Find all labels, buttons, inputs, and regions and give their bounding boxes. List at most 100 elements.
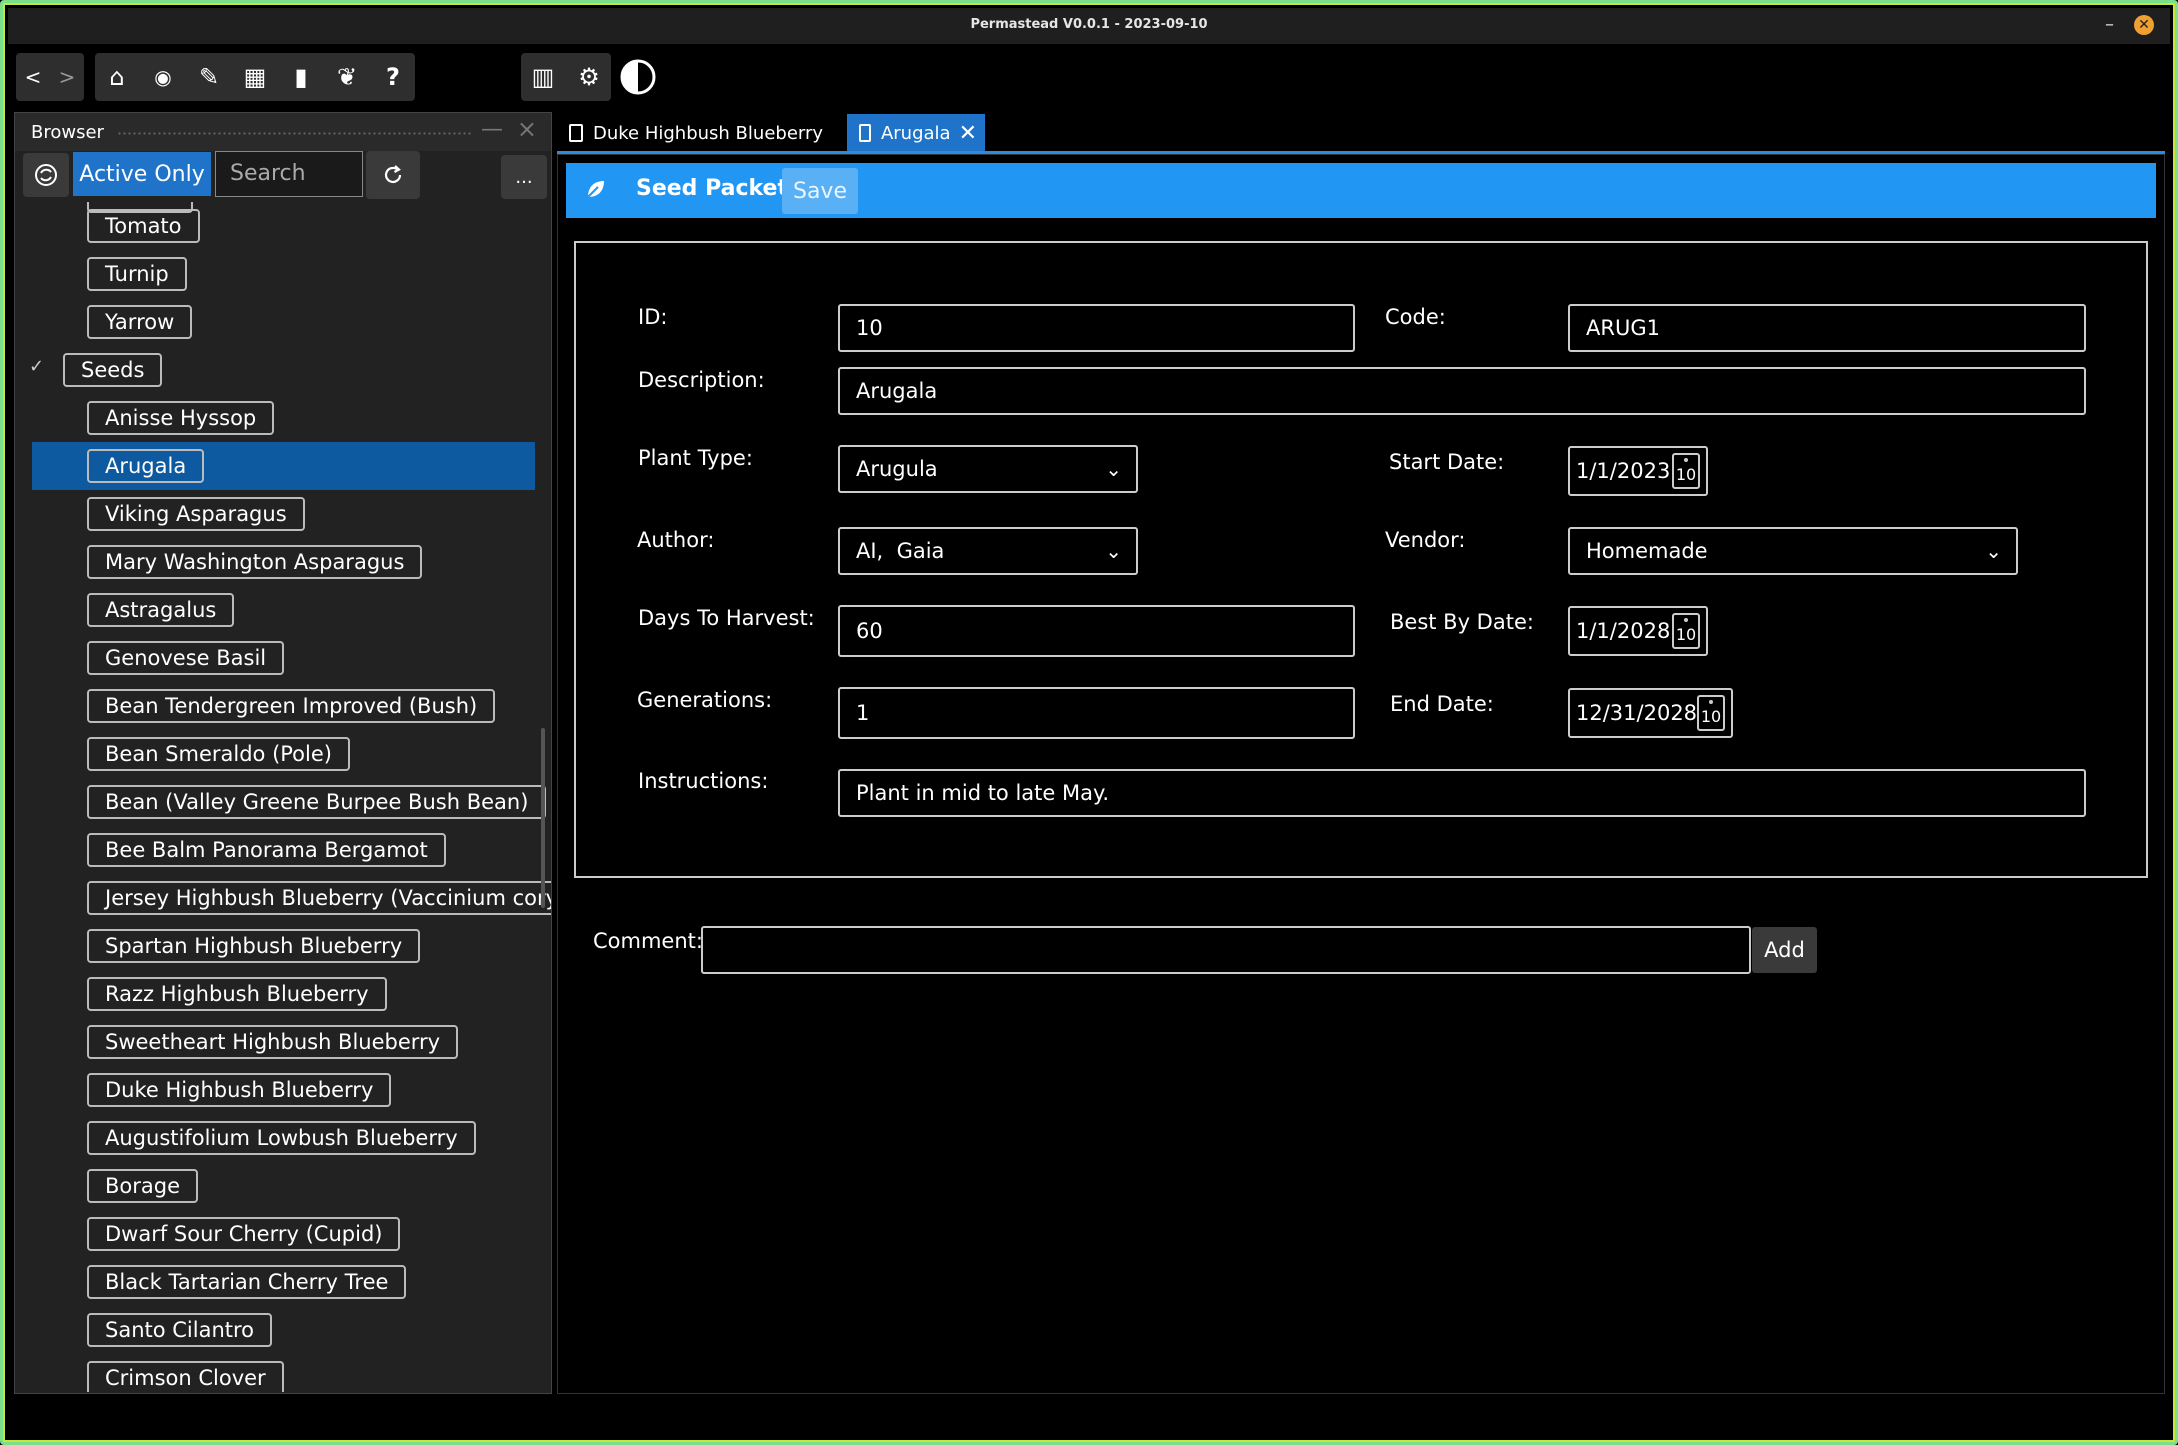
tree-item[interactable]: Bean Tendergreen Improved (Bush) [15, 682, 535, 730]
comment-label: Comment: [593, 929, 703, 953]
tree-item[interactable]: Astragalus [15, 586, 535, 634]
tree-item-label: Tomato [87, 209, 200, 243]
panel-minimize-icon[interactable]: — [481, 117, 503, 142]
tree-item-label: Augustifolium Lowbush Blueberry [87, 1121, 476, 1155]
tree-item-label: Razz Highbush Blueberry [87, 977, 387, 1011]
active-only-toggle[interactable]: Active Only [73, 152, 211, 196]
browser-scrollbar[interactable] [541, 728, 545, 908]
tree-item[interactable]: Razz Highbush Blueberry [15, 970, 535, 1018]
save-button[interactable]: Save [782, 168, 858, 214]
clipboard-icon[interactable]: ▮ [279, 53, 323, 101]
calendar-icon[interactable]: 10 [1697, 695, 1725, 731]
close-tab-icon[interactable]: ✕ [959, 121, 977, 146]
vendor-select[interactable]: Homemade ⌄ [1568, 527, 2018, 575]
tree-item[interactable]: Yarrow [15, 298, 535, 346]
plant-type-value: Arugula [856, 457, 938, 481]
tree-item-label: Borage [87, 1169, 199, 1203]
comment-input[interactable] [701, 926, 1751, 974]
tree-item[interactable]: Sweetheart Highbush Blueberry [15, 1018, 535, 1066]
main-toolbar-group: ⌂ ◉ ✎ ▦ ▮ ❦ ? [95, 53, 415, 101]
days-to-harvest-label: Days To Harvest: [638, 606, 815, 630]
description-label: Description: [638, 368, 765, 392]
calendar-icon[interactable]: 10 [1672, 613, 1700, 649]
generations-field[interactable]: 1 [838, 687, 1355, 739]
minimize-button[interactable]: – [2105, 14, 2114, 35]
tree-item[interactable]: Dwarf Sour Cherry (Cupid) [15, 1210, 535, 1258]
title-bar: Permastead V0.0.1 - 2023-09-10 – ✕ [8, 8, 2170, 44]
more-button[interactable]: ... [501, 155, 547, 199]
author-select[interactable]: AI, Gaia ⌄ [838, 527, 1138, 575]
building-icon[interactable]: ▥ [521, 53, 565, 101]
close-window-button[interactable]: ✕ [2134, 15, 2154, 35]
forward-icon[interactable]: > [50, 53, 84, 101]
tree-item[interactable]: Turnip [15, 250, 535, 298]
panel-close-icon[interactable]: × [517, 115, 537, 143]
add-comment-button[interactable]: Add [1752, 927, 1817, 973]
tree-item[interactable]: Bee Balm Panorama Bergamot [15, 826, 535, 874]
tree-item[interactable]: Bean Smeraldo (Pole) [15, 730, 535, 778]
instructions-field[interactable]: Plant in mid to late May. [838, 769, 2086, 817]
tree-item-label: Bee Balm Panorama Bergamot [87, 833, 446, 867]
leaf-icon [587, 181, 604, 198]
tree-item-label: Dwarf Sour Cherry (Cupid) [87, 1217, 401, 1251]
sync-icon [35, 164, 57, 186]
tree-item[interactable]: Tomato [15, 202, 535, 250]
gear-icon[interactable]: ⚙ [567, 53, 611, 101]
tree-item[interactable]: Crimson Clover [15, 1354, 535, 1392]
best-by-date-picker[interactable]: 1/1/2028 10 [1568, 606, 1708, 656]
help-icon[interactable]: ? [371, 53, 415, 101]
sync-button[interactable] [23, 153, 69, 197]
tab-arugala[interactable]: Arugala ✕ [847, 114, 985, 152]
chevron-down-icon: ⌄ [1105, 457, 1122, 481]
tree-item[interactable]: Arugala [32, 442, 535, 490]
vendor-value: Homemade [1586, 539, 1708, 563]
author-value: AI, Gaia [856, 539, 945, 563]
plant-icon[interactable]: ❦ [325, 53, 369, 101]
tree-item[interactable]: Spartan Highbush Blueberry [15, 922, 535, 970]
tree-item-label: Seeds [63, 353, 163, 387]
tree-item[interactable]: Augustifolium Lowbush Blueberry [15, 1114, 535, 1162]
tree-item-label: Viking Asparagus [87, 497, 305, 531]
drag-handle[interactable] [117, 131, 471, 137]
description-field[interactable]: Arugala [838, 367, 2086, 415]
back-icon[interactable]: < [16, 53, 50, 101]
end-date-picker[interactable]: 12/31/2028 10 [1568, 688, 1733, 738]
tree-item[interactable]: Duke Highbush Blueberry [15, 1066, 535, 1114]
start-date-picker[interactable]: 1/1/2023 10 [1568, 446, 1708, 496]
tree-item[interactable]: Black Tartarian Cherry Tree [15, 1258, 535, 1306]
start-date-label: Start Date: [1389, 450, 1505, 474]
eye-icon[interactable]: ◉ [141, 53, 185, 101]
search-input[interactable]: Search [215, 151, 363, 197]
calendar-icon[interactable]: 10 [1672, 453, 1700, 489]
tree-item[interactable]: Genovese Basil [15, 634, 535, 682]
tree-item[interactable]: ✓ Seeds [15, 346, 535, 394]
id-field[interactable]: 10 [838, 304, 1355, 352]
tree-item[interactable]: Mary Washington Asparagus [15, 538, 535, 586]
days-to-harvest-field[interactable]: 60 [838, 605, 1355, 657]
tree-item[interactable]: Santo Cilantro [15, 1306, 535, 1354]
tree-item[interactable]: Bean (Valley Greene Burpee Bush Bean) [15, 778, 547, 826]
tree-item-label: Sweetheart Highbush Blueberry [87, 1025, 459, 1059]
tree-item-label: Jersey Highbush Blueberry (Vaccinium cor… [87, 881, 551, 915]
contrast-icon[interactable] [619, 58, 657, 96]
tree-item-label: Genovese Basil [87, 641, 285, 675]
tree-item[interactable]: Viking Asparagus [15, 490, 535, 538]
tree-item-label: Spartan Highbush Blueberry [87, 929, 421, 963]
tool-icon[interactable]: ✎ [187, 53, 231, 101]
code-field[interactable]: ARUG1 [1568, 304, 2086, 352]
tree-item-label: Duke Highbush Blueberry [87, 1073, 392, 1107]
browser-tree: Tomato Turnip Yarrow ✓ Seeds Anisse Hyssop Aru… [15, 202, 551, 1392]
tree-item-label: Mary Washington Asparagus [87, 545, 423, 579]
tree-item[interactable]: Borage [15, 1162, 535, 1210]
tree-item-label: Bean (Valley Greene Burpee Bush Bean) [87, 785, 547, 819]
home-icon[interactable]: ⌂ [95, 53, 139, 101]
plant-type-select[interactable]: Arugula ⌄ [838, 445, 1138, 493]
id-label: ID: [638, 305, 668, 329]
refresh-button[interactable] [366, 151, 420, 199]
tree-item[interactable]: Anisse Hyssop [15, 394, 535, 442]
tab-duke-highbush-blueberry[interactable]: Duke Highbush Blueberry [557, 114, 843, 152]
calendar-icon[interactable]: ▦ [233, 53, 277, 101]
check-icon[interactable]: ✓ [29, 356, 44, 377]
end-date-value: 12/31/2028 [1576, 701, 1698, 725]
tree-item[interactable]: Jersey Highbush Blueberry (Vaccinium cor… [15, 874, 551, 922]
